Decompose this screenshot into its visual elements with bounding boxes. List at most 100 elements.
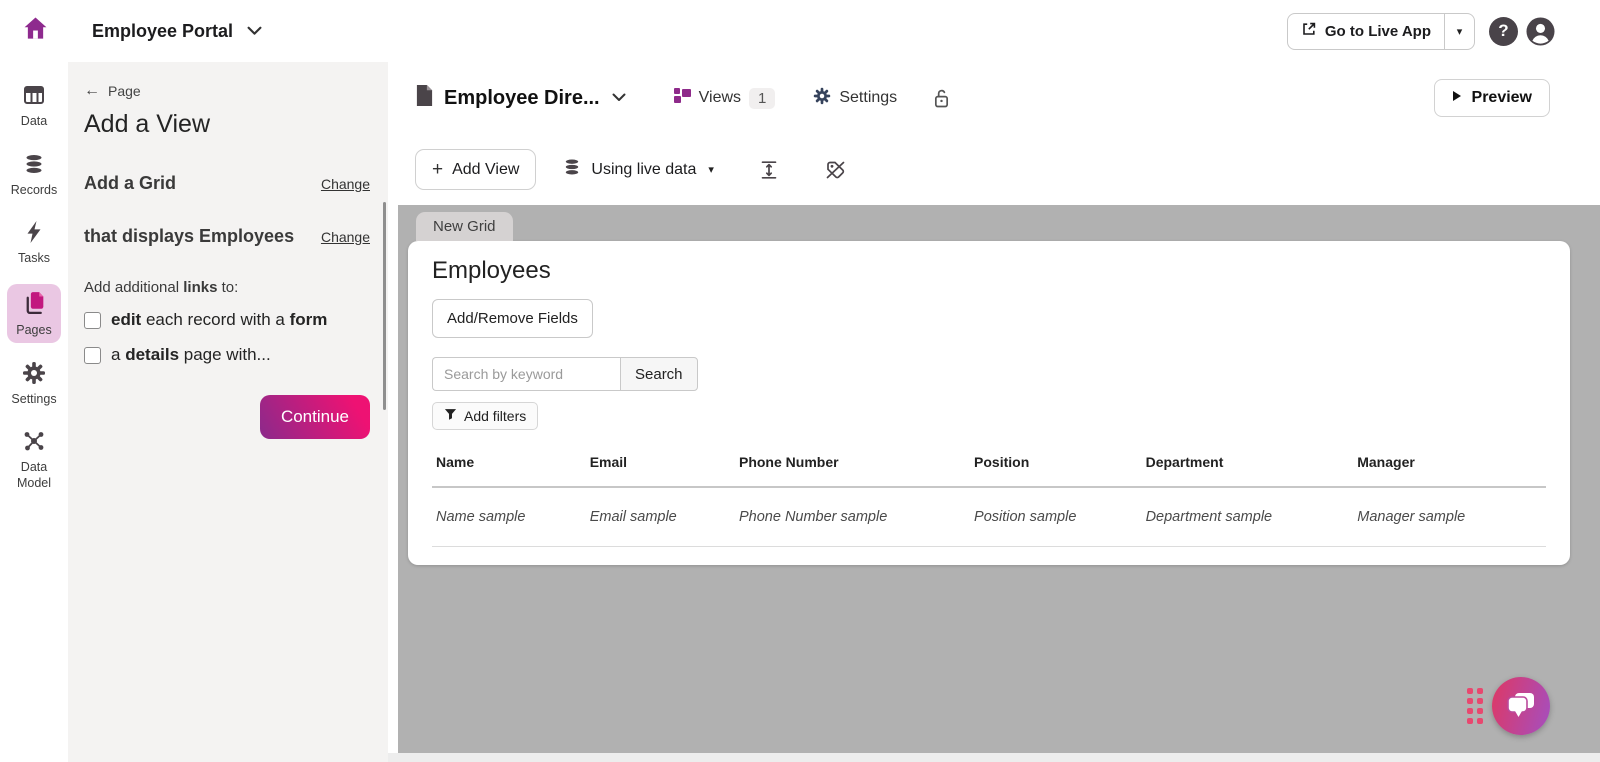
details-page-label: a details page with...	[111, 345, 271, 365]
external-link-icon	[1301, 21, 1317, 41]
page-title-chevron[interactable]	[612, 89, 626, 107]
table-icon	[22, 83, 46, 112]
lock-unlocked-icon	[933, 88, 950, 109]
gear-icon	[22, 361, 46, 390]
avatar-icon	[1526, 16, 1555, 47]
pages-icon	[21, 289, 48, 321]
question-mark-icon: ?	[1498, 21, 1508, 41]
details-page-checkbox[interactable]	[84, 347, 101, 364]
back-to-page-link[interactable]: ← Page	[84, 82, 370, 100]
details-page-option: a details page with...	[84, 345, 370, 365]
view-type-label: Add a Grid	[84, 173, 176, 194]
toggle-labels-button[interactable]	[824, 160, 846, 180]
preview-button[interactable]: Preview	[1434, 79, 1550, 117]
page-header: Employee Dire... Views 1 Settings	[388, 62, 1600, 134]
topbar: Employee Portal Go to Live App ▾ ?	[0, 0, 1600, 62]
table-header-row: Name Email Phone Number Position Departm…	[432, 444, 1546, 487]
database-icon	[22, 152, 46, 181]
tag-slash-icon	[824, 160, 846, 180]
lightning-icon	[23, 220, 45, 249]
panel-scrollbar[interactable]	[383, 202, 386, 410]
column-header[interactable]: Manager	[1353, 444, 1546, 487]
sidebar-item-settings[interactable]: Settings	[7, 356, 61, 412]
chevron-down-icon	[247, 26, 262, 36]
search-button[interactable]: Search	[620, 357, 698, 391]
grid-title: Employees	[432, 257, 1546, 285]
continue-button[interactable]: Continue	[260, 395, 370, 439]
sidebar-item-tasks[interactable]: Tasks	[7, 215, 61, 271]
live-data-dropdown[interactable]: Using live data ▾	[562, 157, 713, 182]
home-button[interactable]	[20, 16, 50, 46]
plus-icon: +	[432, 160, 443, 179]
go-to-live-app-button[interactable]: Go to Live App	[1288, 14, 1444, 49]
vertical-resize-icon	[759, 160, 779, 180]
edit-record-label: edit each record with a form	[111, 310, 327, 330]
main-area: Employee Dire... Views 1 Settings	[388, 62, 1600, 762]
views-count-badge: 1	[749, 88, 775, 109]
sample-cell: Department sample	[1142, 487, 1354, 547]
change-view-source-link[interactable]: Change	[321, 229, 370, 245]
home-icon	[22, 15, 49, 47]
play-icon	[1452, 89, 1462, 107]
caret-down-icon: ▾	[708, 163, 714, 176]
account-button[interactable]	[1526, 17, 1555, 46]
canvas-bottom-strip	[388, 753, 1600, 762]
column-header[interactable]: Department	[1142, 444, 1354, 487]
change-view-type-link[interactable]: Change	[321, 176, 370, 192]
grid-view-card: Employees Add/Remove Fields Search Add f…	[408, 241, 1570, 565]
views-tab[interactable]: Views 1	[674, 88, 776, 109]
edit-record-checkbox[interactable]	[84, 312, 101, 329]
back-label: Page	[108, 83, 141, 99]
back-arrow-icon: ←	[84, 82, 100, 100]
gear-icon	[813, 87, 831, 110]
additional-links-intro: Add additional links to:	[84, 279, 370, 296]
column-header[interactable]: Name	[432, 444, 586, 487]
database-icon	[562, 157, 582, 182]
sidebar-item-records[interactable]: Records	[7, 147, 61, 203]
grid-table: Name Email Phone Number Position Departm…	[432, 444, 1546, 547]
left-nav-rail: Data Records Tasks Pages Settings	[0, 62, 68, 762]
go-to-live-app-label: Go to Live App	[1325, 23, 1431, 40]
views-blocks-icon	[674, 88, 691, 108]
view-source-label: that displays Employees	[84, 226, 294, 247]
sample-cell: Manager sample	[1353, 487, 1546, 547]
column-header[interactable]: Position	[970, 444, 1142, 487]
add-filters-button[interactable]: Add filters	[432, 402, 538, 430]
adjust-height-button[interactable]	[759, 160, 779, 180]
view-toolbar: + Add View Using live data ▾	[388, 134, 1600, 205]
grid-search: Search	[432, 357, 1546, 391]
caret-down-icon: ▾	[1457, 25, 1463, 38]
funnel-icon	[444, 408, 457, 424]
chat-drag-handle[interactable]	[1467, 688, 1483, 724]
page-settings-tab[interactable]: Settings	[813, 87, 897, 110]
add-view-panel: ← Page Add a View Add a Grid Change that…	[68, 62, 388, 762]
page-title: Employee Dire...	[444, 87, 600, 110]
search-input[interactable]	[432, 357, 620, 391]
edit-record-option: edit each record with a form	[84, 310, 370, 330]
add-remove-fields-button[interactable]: Add/Remove Fields	[432, 299, 593, 338]
panel-title: Add a View	[84, 110, 370, 139]
chat-bubbles-icon	[1505, 691, 1537, 721]
sidebar-item-data-model[interactable]: Data Model	[7, 424, 61, 495]
sample-cell: Email sample	[586, 487, 735, 547]
add-view-button[interactable]: + Add View	[415, 149, 536, 190]
preview-canvas: New Grid Employees Add/Remove Fields Sea…	[398, 205, 1600, 753]
help-button[interactable]: ?	[1489, 17, 1518, 46]
column-header[interactable]: Phone Number	[735, 444, 970, 487]
sidebar-item-data[interactable]: Data	[7, 78, 61, 134]
column-header[interactable]: Email	[586, 444, 735, 487]
app-switcher-chevron[interactable]	[247, 26, 262, 36]
chat-launcher-button[interactable]	[1492, 677, 1550, 735]
chevron-down-icon	[612, 93, 626, 102]
page-file-icon	[415, 84, 434, 112]
app-name: Employee Portal	[92, 21, 233, 42]
go-to-live-app-dropdown[interactable]: ▾	[1444, 14, 1474, 49]
page-lock-button[interactable]	[933, 88, 950, 109]
sample-cell: Name sample	[432, 487, 586, 547]
sample-cell: Phone Number sample	[735, 487, 970, 547]
sidebar-item-pages[interactable]: Pages	[7, 284, 61, 343]
view-tab-new-grid[interactable]: New Grid	[416, 212, 513, 241]
nodes-icon	[22, 429, 46, 458]
sample-cell: Position sample	[970, 487, 1142, 547]
table-sample-row: Name sample Email sample Phone Number sa…	[432, 487, 1546, 547]
